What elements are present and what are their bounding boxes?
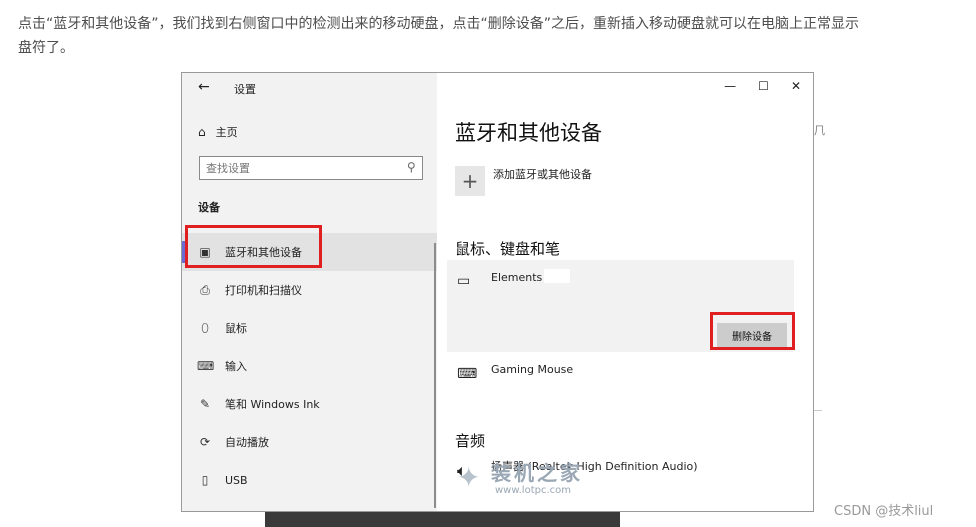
printer-icon: ⎙ — [200, 282, 210, 297]
keyboard-icon: ⌨ — [197, 359, 215, 373]
sidebar-item-label: 输入 — [225, 360, 247, 373]
csdn-author-tag: CSDN @技术liul — [834, 504, 934, 519]
redaction-mask — [544, 269, 570, 283]
device-name-elements: Elements . — [491, 271, 550, 284]
side-divider — [814, 410, 822, 411]
keyboard-device-icon: ⌨ — [457, 366, 478, 382]
settings-window-screenshot: ← 设置 ⌂ 主页 ⚲ 设备 ▣ 蓝牙和其他设备 ⎙ 打印机和扫描仪 ⬯ 鼠标 — [181, 72, 814, 512]
device-name-gaming-mouse[interactable]: Gaming Mouse — [491, 363, 573, 376]
watermark-logo: ✦ 装机之家 www.lotpc.com — [455, 455, 615, 505]
minimize-icon[interactable]: — — [724, 79, 736, 93]
sidebar-item-label: USB — [225, 473, 248, 487]
sidebar-item-label: 自动播放 — [225, 436, 269, 449]
window-title: 设置 — [234, 83, 256, 96]
sidebar-item-label: 鼠标 — [225, 322, 247, 335]
back-arrow-icon[interactable]: ← — [198, 79, 210, 95]
remove-device-button[interactable]: 删除设备 — [717, 323, 787, 347]
side-fragment: ⺇ — [814, 124, 825, 137]
star-logo-icon: ✦ — [457, 461, 481, 494]
sidebar-item-mouse[interactable]: ⬯ 鼠标 — [182, 309, 437, 347]
sidebar-item-typing[interactable]: ⌨ 输入 — [182, 347, 437, 385]
sidebar-item-autoplay[interactable]: ⟳ 自动播放 — [182, 423, 437, 461]
sidebar-scrollbar[interactable] — [434, 243, 436, 508]
drive-icon: ▭ — [457, 273, 471, 289]
sidebar-item-label: 打印机和扫描仪 — [225, 284, 302, 297]
sidebar-item-bluetooth[interactable]: ▣ 蓝牙和其他设备 — [182, 233, 437, 271]
sidebar-item-printers[interactable]: ⎙ 打印机和扫描仪 — [182, 271, 437, 309]
article-line-1: 点击“蓝牙和其他设备”，我们找到右侧窗口中的检测出来的移动硬盘，点击“删除设备”… — [18, 16, 860, 32]
audio-heading: 音频 — [455, 432, 486, 450]
settings-search-box[interactable]: ⚲ — [199, 156, 423, 180]
window-controls: — ☐ ✕ — [724, 79, 801, 93]
add-device-label: 添加蓝牙或其他设备 — [493, 168, 592, 181]
sidebar-item-usb[interactable]: ▯ USB — [182, 461, 437, 499]
sidebar-item-label: 笔和 Windows Ink — [225, 398, 320, 411]
pen-icon: ✎ — [199, 397, 211, 411]
autoplay-icon: ⟳ — [199, 435, 211, 449]
watermark-title: 装机之家 — [491, 461, 583, 485]
settings-sidebar: ← 设置 ⌂ 主页 ⚲ 设备 ▣ 蓝牙和其他设备 ⎙ 打印机和扫描仪 ⬯ 鼠标 — [182, 73, 437, 511]
search-input[interactable] — [200, 158, 402, 179]
page-title: 蓝牙和其他设备 — [455, 121, 602, 145]
mouse-icon: ⬯ — [201, 320, 209, 335]
home-icon: ⌂ — [198, 125, 206, 139]
next-image-edge — [265, 512, 620, 527]
home-label: 主页 — [215, 126, 238, 139]
section-label-devices: 设备 — [198, 201, 220, 214]
search-icon[interactable]: ⚲ — [407, 160, 416, 174]
article-paragraph: 点击“蓝牙和其他设备”，我们找到右侧窗口中的检测出来的移动硬盘，点击“删除设备”… — [18, 12, 968, 60]
mouse-keyboard-pen-heading: 鼠标、键盘和笔 — [455, 240, 561, 258]
maximize-icon[interactable]: ☐ — [758, 79, 769, 93]
sidebar-nav-list: ▣ 蓝牙和其他设备 ⎙ 打印机和扫描仪 ⬯ 鼠标 ⌨ 输入 ✎ 笔和 Windo… — [182, 233, 437, 499]
settings-content: — ☐ ✕ 蓝牙和其他设备 + 添加蓝牙或其他设备 鼠标、键盘和笔 ▭ Elem… — [437, 73, 813, 511]
add-device-button[interactable]: + 添加蓝牙或其他设备 — [455, 166, 592, 196]
usb-icon: ▯ — [201, 473, 209, 487]
article-line-2: 盘符了。 — [18, 40, 74, 56]
sidebar-item-label: 蓝牙和其他设备 — [225, 246, 302, 259]
watermark-url: www.lotpc.com — [495, 485, 571, 496]
bluetooth-devices-icon: ▣ — [199, 245, 211, 259]
sidebar-item-pen[interactable]: ✎ 笔和 Windows Ink — [182, 385, 437, 423]
close-icon[interactable]: ✕ — [791, 79, 801, 93]
sidebar-home[interactable]: ⌂ 主页 — [198, 124, 238, 140]
plus-icon: + — [455, 166, 485, 196]
